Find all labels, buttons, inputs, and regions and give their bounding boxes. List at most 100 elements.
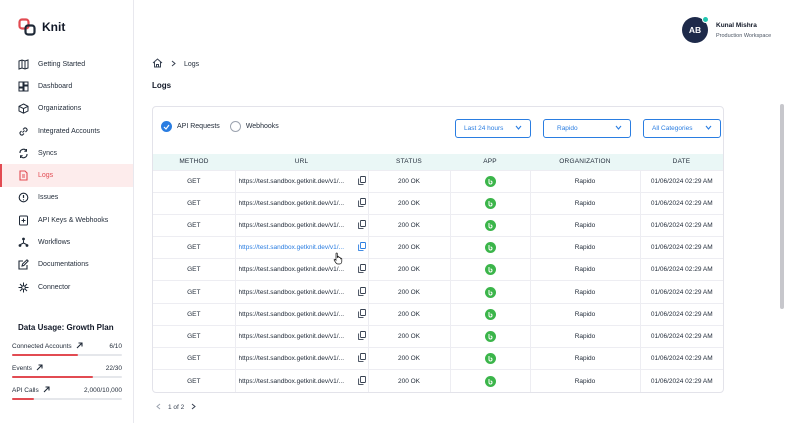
url-text[interactable]: https://test.sandbox.getknit.dev/v1/...	[239, 355, 355, 362]
category-select[interactable]: All Categories	[643, 119, 721, 138]
sidebar-item-label: Syncs	[38, 149, 58, 157]
cell-url[interactable]: https://test.sandbox.getknit.dev/v1/...	[235, 346, 369, 370]
app-logo-icon[interactable]	[484, 286, 496, 298]
cell-organization: Rapido	[530, 191, 641, 215]
copy-icon[interactable]	[357, 308, 366, 320]
table-row[interactable]: GET https://test.sandbox.getknit.dev/v1/.…	[153, 236, 723, 259]
table-row[interactable]: GET https://test.sandbox.getknit.dev/v1/.…	[153, 169, 723, 193]
app-logo-icon[interactable]	[484, 353, 496, 365]
chevron-right-icon[interactable]	[191, 403, 197, 412]
cell-url[interactable]: https://test.sandbox.getknit.dev/v1/...	[235, 213, 369, 237]
url-text[interactable]: https://test.sandbox.getknit.dev/v1/...	[239, 266, 355, 273]
app-logo-icon[interactable]	[484, 330, 496, 342]
chevron-left-icon[interactable]	[156, 403, 161, 412]
table-row[interactable]: GET https://test.sandbox.getknit.dev/v1/.…	[153, 213, 723, 237]
usage-api-calls[interactable]: API Calls 2,000/10,000	[12, 386, 122, 400]
cell-status: 200 OK	[368, 258, 451, 281]
cell-app	[450, 302, 531, 326]
sidebar-item-integrated-accounts[interactable]: Integrated Accounts	[0, 120, 133, 142]
sidebar-item-syncs[interactable]: Syncs	[0, 142, 133, 164]
radio-api-requests[interactable]: API Requests	[161, 121, 220, 132]
sidebar-item-documentations[interactable]: Documentations	[0, 254, 133, 276]
organization-select[interactable]: Rapido	[543, 119, 631, 138]
cell-url[interactable]: https://test.sandbox.getknit.dev/v1/...	[235, 324, 369, 348]
column-header-date[interactable]: DATE	[640, 154, 723, 170]
cell-method: GET	[153, 236, 236, 259]
cell-date: 01/06/2024 02:29 AM	[640, 369, 723, 392]
copy-icon[interactable]	[357, 375, 366, 387]
table-row[interactable]: GET https://test.sandbox.getknit.dev/v1/.…	[153, 302, 723, 326]
copy-icon[interactable]	[357, 330, 366, 342]
table-row[interactable]: GET https://test.sandbox.getknit.dev/v1/.…	[153, 346, 723, 370]
breadcrumb: Logs	[152, 58, 199, 70]
app-logo-icon[interactable]	[484, 308, 496, 320]
cell-method: GET	[153, 213, 236, 237]
sidebar-item-getting-started[interactable]: Getting Started	[0, 53, 133, 75]
url-text[interactable]: https://test.sandbox.getknit.dev/v1/...	[239, 178, 355, 185]
time-range-select[interactable]: Last 24 hours	[455, 119, 531, 138]
radio-webhooks[interactable]: Webhooks	[229, 121, 279, 132]
avatar[interactable]: AB	[682, 16, 709, 43]
url-text[interactable]: https://test.sandbox.getknit.dev/v1/...	[239, 333, 355, 340]
app-logo-icon[interactable]	[484, 175, 496, 187]
cell-url[interactable]: https://test.sandbox.getknit.dev/v1/...	[235, 258, 369, 281]
copy-icon[interactable]	[357, 286, 366, 298]
app-logo-icon[interactable]	[484, 264, 496, 276]
sidebar-item-issues[interactable]: Issues	[0, 187, 133, 209]
column-header-status[interactable]: STATUS	[368, 154, 450, 170]
copy-icon[interactable]	[357, 175, 366, 187]
table-row[interactable]: GET https://test.sandbox.getknit.dev/v1/.…	[153, 258, 723, 281]
cell-url[interactable]: https://test.sandbox.getknit.dev/v1/...	[235, 169, 369, 193]
column-header-method[interactable]: METHOD	[153, 154, 235, 170]
sidebar-item-label: Documentations	[38, 261, 89, 269]
url-text[interactable]: https://test.sandbox.getknit.dev/v1/...	[239, 222, 355, 229]
sidebar-item-connector[interactable]: Connector	[0, 276, 133, 298]
home-icon[interactable]	[152, 58, 163, 70]
table-row[interactable]: GET https://test.sandbox.getknit.dev/v1/.…	[153, 324, 723, 348]
url-text[interactable]: https://test.sandbox.getknit.dev/v1/...	[239, 200, 355, 207]
table-row[interactable]: GET https://test.sandbox.getknit.dev/v1/.…	[153, 369, 723, 392]
cell-url[interactable]: https://test.sandbox.getknit.dev/v1/...	[235, 191, 369, 215]
url-text[interactable]: https://test.sandbox.getknit.dev/v1/...	[239, 289, 355, 296]
cell-date: 01/06/2024 02:29 AM	[640, 236, 723, 259]
cell-url[interactable]: https://test.sandbox.getknit.dev/v1/...	[235, 236, 369, 259]
app-logo-icon[interactable]	[484, 219, 496, 231]
table-row[interactable]: GET https://test.sandbox.getknit.dev/v1/.…	[153, 280, 723, 304]
page-scrollbar[interactable]	[780, 104, 784, 309]
url-text[interactable]: https://test.sandbox.getknit.dev/v1/...	[239, 378, 355, 385]
cell-app	[450, 236, 531, 259]
column-header-organization[interactable]: ORGANIZATION	[530, 154, 640, 170]
app-logo-icon[interactable]	[484, 242, 496, 254]
copy-icon[interactable]	[357, 242, 366, 253]
sidebar-item-api-keys[interactable]: API Keys & Webhooks	[0, 209, 133, 231]
copy-icon[interactable]	[357, 197, 366, 209]
column-header-app[interactable]: APP	[450, 154, 530, 170]
url-text[interactable]: https://test.sandbox.getknit.dev/v1/...	[239, 311, 355, 318]
brand[interactable]: Knit	[18, 18, 65, 36]
link-icon	[18, 126, 29, 137]
sidebar-item-dashboard[interactable]: Dashboard	[0, 75, 133, 97]
table-row[interactable]: GET https://test.sandbox.getknit.dev/v1/.…	[153, 191, 723, 215]
cell-date: 01/06/2024 02:29 AM	[640, 191, 723, 215]
app-logo-icon[interactable]	[484, 375, 496, 387]
sidebar-item-logs[interactable]: Logs	[0, 164, 133, 188]
copy-icon[interactable]	[357, 264, 366, 275]
select-value: All Categories	[652, 125, 693, 132]
breadcrumb-current: Logs	[184, 60, 200, 68]
column-header-url[interactable]: URL	[235, 154, 368, 170]
usage-events[interactable]: Events 22/30	[12, 364, 122, 378]
cell-url[interactable]: https://test.sandbox.getknit.dev/v1/...	[235, 369, 369, 392]
cell-url[interactable]: https://test.sandbox.getknit.dev/v1/...	[235, 280, 369, 304]
cell-organization: Rapido	[530, 213, 641, 237]
log-type-filter: API Requests Webhooks	[161, 121, 279, 132]
app-logo-icon[interactable]	[484, 197, 496, 209]
copy-icon[interactable]	[357, 353, 366, 364]
cell-url[interactable]: https://test.sandbox.getknit.dev/v1/...	[235, 302, 369, 326]
sidebar-item-workflows[interactable]: Workflows	[0, 231, 133, 253]
sidebar-item-organizations[interactable]: Organizations	[0, 98, 133, 120]
user-menu[interactable]: AB Kunal Mishra Production Workspace	[682, 16, 771, 43]
cell-organization: Rapido	[530, 236, 641, 259]
url-text[interactable]: https://test.sandbox.getknit.dev/v1/...	[239, 244, 355, 251]
copy-icon[interactable]	[357, 220, 366, 231]
usage-connected-accounts[interactable]: Connected Accounts 6/10	[12, 342, 122, 356]
